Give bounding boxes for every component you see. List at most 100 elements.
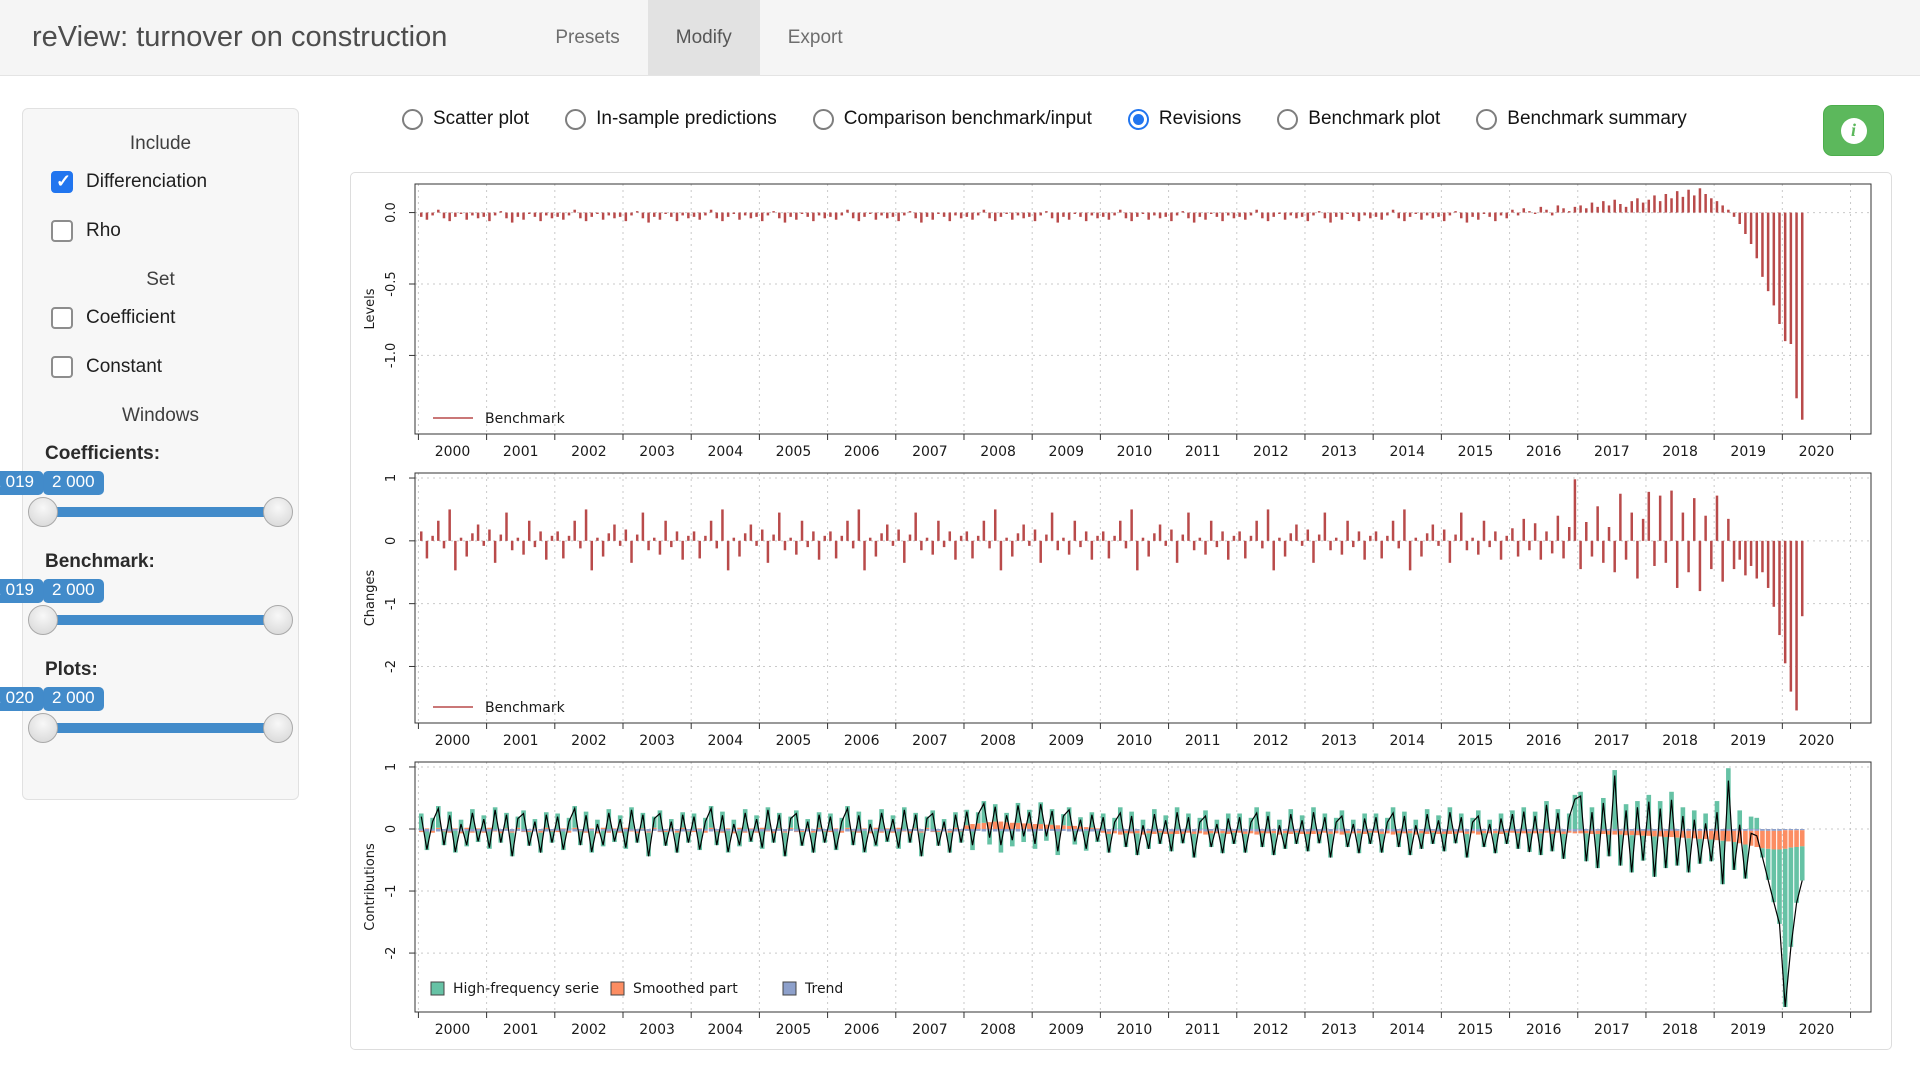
svg-text:2007: 2007 bbox=[912, 444, 948, 460]
svg-text:2019: 2019 bbox=[1730, 444, 1766, 460]
svg-text:Benchmark: Benchmark bbox=[485, 700, 566, 716]
radio-insample-predictions-dot[interactable] bbox=[565, 109, 586, 130]
svg-text:2012: 2012 bbox=[1253, 733, 1289, 749]
svg-text:2011: 2011 bbox=[1185, 444, 1221, 460]
svg-text:2002: 2002 bbox=[571, 444, 607, 460]
levels-chart: 2000200120022003200420052006200720082009… bbox=[359, 178, 1883, 467]
radio-benchmark-summary-label: Benchmark summary bbox=[1507, 108, 1687, 130]
radio-scatter-plot-dot[interactable] bbox=[402, 109, 423, 130]
radio-scatter-plot[interactable]: Scatter plot bbox=[402, 108, 529, 130]
tab-export[interactable]: Export bbox=[760, 0, 871, 75]
radio-comparison-benchmark-input[interactable]: Comparison benchmark/input bbox=[813, 108, 1092, 130]
benchmark-to-handle[interactable] bbox=[263, 605, 293, 635]
slider-active-bar bbox=[43, 507, 278, 517]
checkbox-constant[interactable]: Constant bbox=[51, 356, 278, 378]
svg-text:2007: 2007 bbox=[912, 733, 948, 749]
svg-text:2002: 2002 bbox=[571, 1022, 607, 1038]
svg-text:2008: 2008 bbox=[980, 444, 1016, 460]
svg-text:2002: 2002 bbox=[571, 733, 607, 749]
radio-benchmark-summary-dot[interactable] bbox=[1476, 109, 1497, 130]
svg-text:-1.0: -1.0 bbox=[384, 343, 399, 368]
tab-modify-label: Modify bbox=[676, 27, 732, 49]
radio-benchmark-summary[interactable]: Benchmark summary bbox=[1476, 108, 1687, 130]
info-button[interactable]: i bbox=[1823, 105, 1884, 156]
checkbox-rho[interactable]: Rho bbox=[51, 220, 278, 242]
svg-text:2014: 2014 bbox=[1389, 444, 1425, 460]
coefficients-to-badge: 2 019 bbox=[0, 471, 43, 495]
benchmark-slider-label: Benchmark: bbox=[45, 551, 278, 573]
radio-comparison-benchmark-input-label: Comparison benchmark/input bbox=[844, 108, 1092, 130]
svg-text:-2: -2 bbox=[384, 660, 399, 673]
checkbox-coefficient[interactable]: Coefficient bbox=[51, 307, 278, 329]
svg-text:Smoothed part: Smoothed part bbox=[633, 981, 738, 997]
svg-text:2013: 2013 bbox=[1321, 733, 1357, 749]
svg-text:2014: 2014 bbox=[1389, 1022, 1425, 1038]
svg-text:2019: 2019 bbox=[1730, 1022, 1766, 1038]
svg-text:2008: 2008 bbox=[980, 733, 1016, 749]
svg-text:2012: 2012 bbox=[1253, 444, 1289, 460]
radio-revisions-dot[interactable] bbox=[1128, 109, 1149, 130]
benchmark-from-handle[interactable] bbox=[28, 605, 58, 635]
svg-text:2003: 2003 bbox=[639, 444, 675, 460]
svg-text:2019: 2019 bbox=[1730, 733, 1766, 749]
svg-text:2007: 2007 bbox=[912, 1022, 948, 1038]
slider-active-bar bbox=[43, 615, 278, 625]
checkbox-constant-label: Constant bbox=[86, 356, 162, 378]
svg-text:2003: 2003 bbox=[639, 1022, 675, 1038]
svg-text:2012: 2012 bbox=[1253, 1022, 1289, 1038]
radio-revisions[interactable]: Revisions bbox=[1128, 108, 1241, 130]
radio-comparison-benchmark-input-dot[interactable] bbox=[813, 109, 834, 130]
tab-presets-label: Presets bbox=[555, 27, 619, 49]
svg-text:Changes: Changes bbox=[363, 570, 378, 627]
svg-text:-1: -1 bbox=[384, 885, 399, 898]
checkbox-rho-box[interactable] bbox=[51, 220, 73, 242]
plots-from-handle[interactable] bbox=[28, 713, 58, 743]
radio-insample-predictions[interactable]: In-sample predictions bbox=[565, 108, 777, 130]
tab-export-label: Export bbox=[788, 27, 843, 49]
benchmark-range-slider: 2 000 2 019 bbox=[43, 579, 278, 643]
checkbox-differenciation[interactable]: Differenciation bbox=[51, 171, 278, 193]
svg-text:2004: 2004 bbox=[707, 444, 743, 460]
svg-text:2017: 2017 bbox=[1594, 733, 1630, 749]
svg-text:2000: 2000 bbox=[435, 1022, 471, 1038]
svg-text:Trend: Trend bbox=[804, 981, 843, 997]
svg-text:2009: 2009 bbox=[1048, 444, 1084, 460]
svg-text:2014: 2014 bbox=[1389, 733, 1425, 749]
svg-text:2015: 2015 bbox=[1458, 444, 1494, 460]
checkbox-differenciation-box[interactable] bbox=[51, 171, 73, 193]
svg-text:0.0: 0.0 bbox=[384, 202, 399, 223]
radio-benchmark-plot-label: Benchmark plot bbox=[1308, 108, 1440, 130]
svg-text:2020: 2020 bbox=[1799, 733, 1835, 749]
benchmark-from-badge: 2 000 bbox=[43, 579, 104, 603]
svg-text:0: 0 bbox=[384, 825, 399, 833]
svg-text:2013: 2013 bbox=[1321, 444, 1357, 460]
plot-type-radio-group: Scatter plot In-sample predictions Compa… bbox=[402, 108, 1687, 130]
checkbox-coefficient-label: Coefficient bbox=[86, 307, 175, 329]
radio-benchmark-plot-dot[interactable] bbox=[1277, 109, 1298, 130]
svg-text:2000: 2000 bbox=[435, 444, 471, 460]
coefficients-to-handle[interactable] bbox=[263, 497, 293, 527]
svg-text:2015: 2015 bbox=[1458, 733, 1494, 749]
plots-to-handle[interactable] bbox=[263, 713, 293, 743]
svg-text:2001: 2001 bbox=[503, 444, 539, 460]
coefficients-from-badge: 2 000 bbox=[43, 471, 104, 495]
coefficients-slider-label: Coefficients: bbox=[45, 443, 278, 465]
app-title: reView: turnover on construction bbox=[32, 21, 447, 54]
svg-text:High-frequency serie: High-frequency serie bbox=[453, 981, 599, 997]
svg-text:Contributions: Contributions bbox=[363, 843, 378, 931]
svg-text:2020: 2020 bbox=[1799, 444, 1835, 460]
checkbox-coefficient-box[interactable] bbox=[51, 307, 73, 329]
checkbox-constant-box[interactable] bbox=[51, 356, 73, 378]
tab-presets[interactable]: Presets bbox=[527, 0, 647, 75]
svg-text:2005: 2005 bbox=[776, 444, 812, 460]
tab-modify[interactable]: Modify bbox=[648, 0, 760, 75]
plots-to-badge: 2 020 bbox=[0, 687, 43, 711]
svg-text:2005: 2005 bbox=[776, 1022, 812, 1038]
radio-revisions-label: Revisions bbox=[1159, 108, 1241, 130]
coefficients-from-handle[interactable] bbox=[28, 497, 58, 527]
info-icon: i bbox=[1841, 118, 1867, 144]
svg-text:2020: 2020 bbox=[1799, 1022, 1835, 1038]
svg-text:-0.5: -0.5 bbox=[384, 271, 399, 296]
radio-benchmark-plot[interactable]: Benchmark plot bbox=[1277, 108, 1440, 130]
svg-text:2018: 2018 bbox=[1662, 733, 1698, 749]
